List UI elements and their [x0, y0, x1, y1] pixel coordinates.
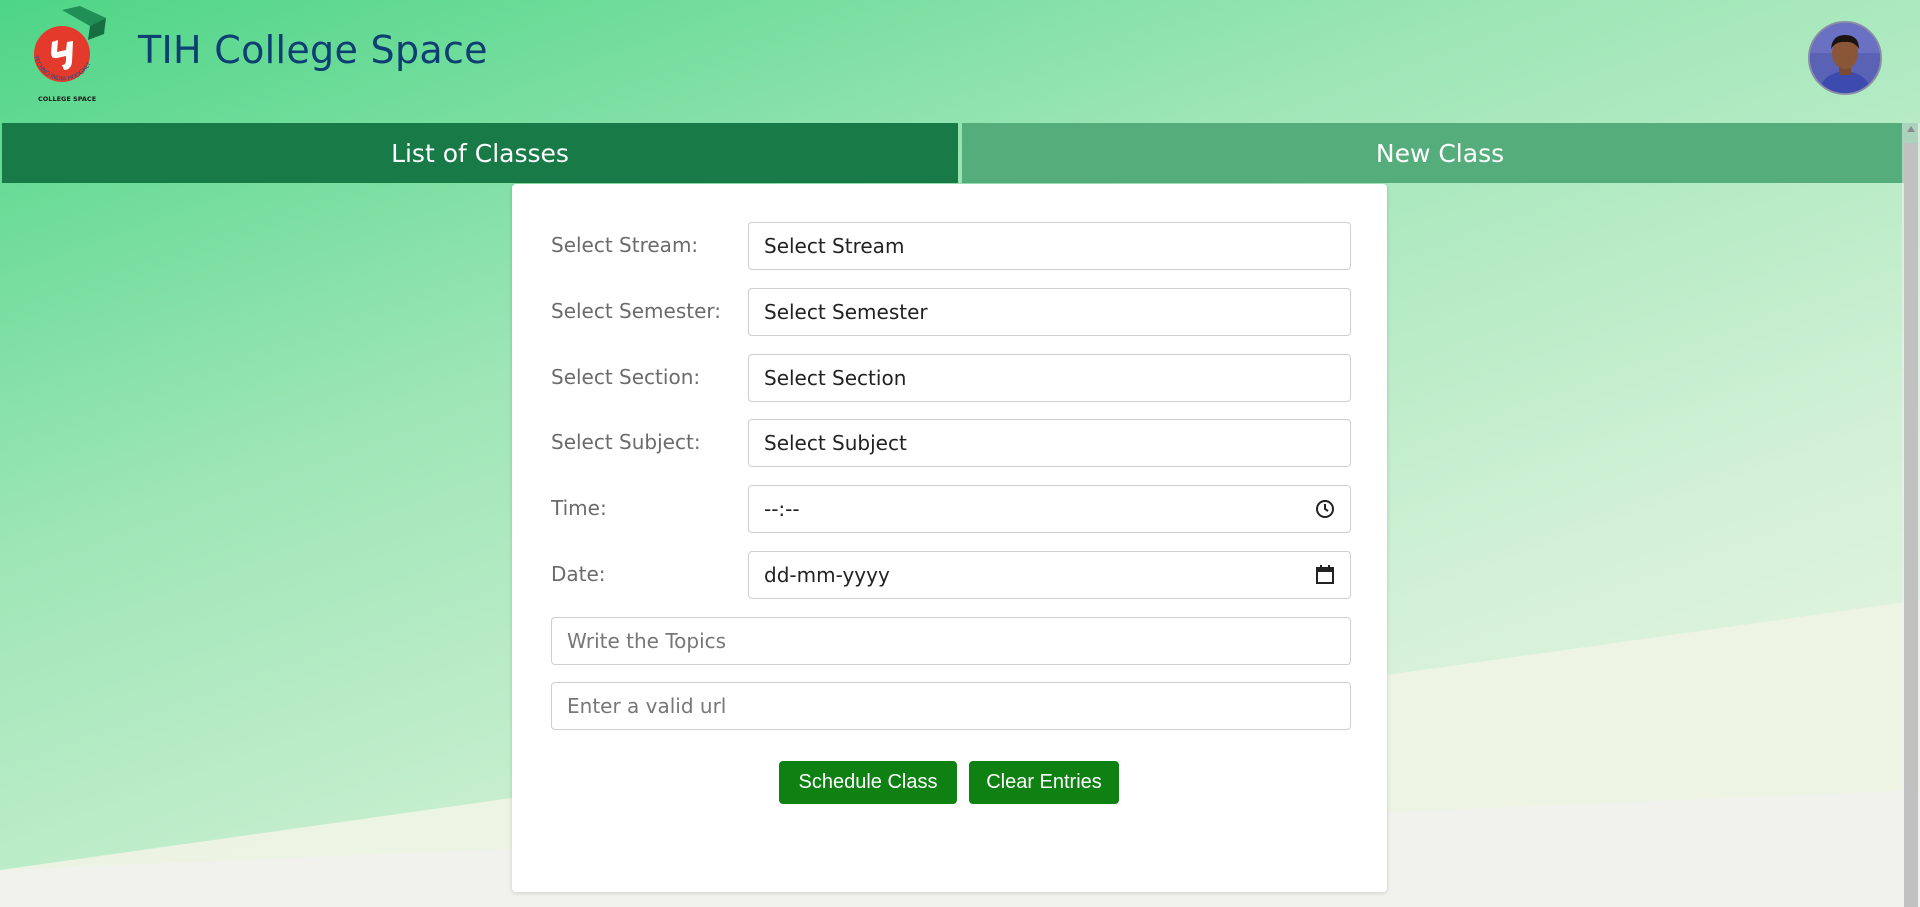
semester-select[interactable]: Select Semester — [748, 288, 1351, 336]
subject-select[interactable]: Select Subject — [748, 419, 1351, 467]
stream-select[interactable]: Select Stream — [748, 222, 1351, 270]
date-input-value: dd-mm-yyyy — [764, 563, 890, 587]
subject-label: Select Subject: — [551, 430, 701, 454]
college-logo[interactable]: TECHNO INDIA HOOGHLY COLLEGE SPACE — [22, 4, 110, 106]
semester-row: Select Semester: Select Semester — [551, 288, 1351, 336]
topics-row: Write the Topics — [551, 617, 1351, 665]
tab-bar: List of Classes New Class — [2, 123, 1918, 183]
date-label: Date: — [551, 562, 606, 586]
topics-input[interactable]: Write the Topics — [551, 617, 1351, 665]
clock-icon[interactable] — [1314, 498, 1336, 520]
time-label: Time: — [551, 496, 607, 520]
user-avatar[interactable] — [1808, 21, 1882, 95]
tab-list-of-classes[interactable]: List of Classes — [2, 123, 958, 183]
subject-row: Select Subject: Select Subject — [551, 419, 1351, 467]
clear-entries-button[interactable]: Clear Entries — [969, 761, 1119, 804]
stream-select-value: Select Stream — [764, 234, 905, 258]
url-row: Enter a valid url — [551, 682, 1351, 730]
section-row: Select Section: Select Section — [551, 354, 1351, 402]
logo-caption: COLLEGE SPACE — [38, 95, 96, 103]
scrollbar-thumb[interactable] — [1904, 143, 1918, 907]
app-header: TECHNO INDIA HOOGHLY COLLEGE SPACE TIH C… — [0, 0, 1920, 122]
section-select-value: Select Section — [764, 366, 907, 390]
url-placeholder: Enter a valid url — [567, 694, 727, 718]
semester-select-value: Select Semester — [764, 300, 928, 324]
form-actions: Schedule Class Clear Entries — [512, 761, 1387, 804]
subject-select-value: Select Subject — [764, 431, 907, 455]
schedule-class-button[interactable]: Schedule Class — [779, 761, 957, 804]
semester-label: Select Semester: — [551, 299, 722, 323]
time-input[interactable]: --:-- — [748, 485, 1351, 533]
logo-icon: TECHNO INDIA HOOGHLY COLLEGE SPACE — [32, 6, 106, 103]
url-input[interactable]: Enter a valid url — [551, 682, 1351, 730]
section-select[interactable]: Select Section — [748, 354, 1351, 402]
app-title: TIH College Space — [138, 28, 488, 72]
stream-row: Select Stream: Select Stream — [551, 222, 1351, 270]
scroll-up-icon[interactable] — [1907, 126, 1915, 132]
page-scrollbar[interactable] — [1902, 123, 1920, 907]
stream-label: Select Stream: — [551, 233, 699, 257]
new-class-form: Select Stream: Select Stream Select Seme… — [512, 184, 1387, 892]
date-input[interactable]: dd-mm-yyyy — [748, 551, 1351, 599]
tab-new-class[interactable]: New Class — [962, 123, 1918, 183]
date-row: Date: dd-mm-yyyy — [551, 551, 1351, 599]
user-avatar-icon — [1810, 23, 1880, 93]
section-label: Select Section: — [551, 365, 701, 389]
time-input-value: --:-- — [764, 497, 800, 521]
topics-placeholder: Write the Topics — [567, 629, 727, 653]
calendar-icon[interactable] — [1314, 564, 1336, 586]
time-row: Time: --:-- — [551, 485, 1351, 533]
